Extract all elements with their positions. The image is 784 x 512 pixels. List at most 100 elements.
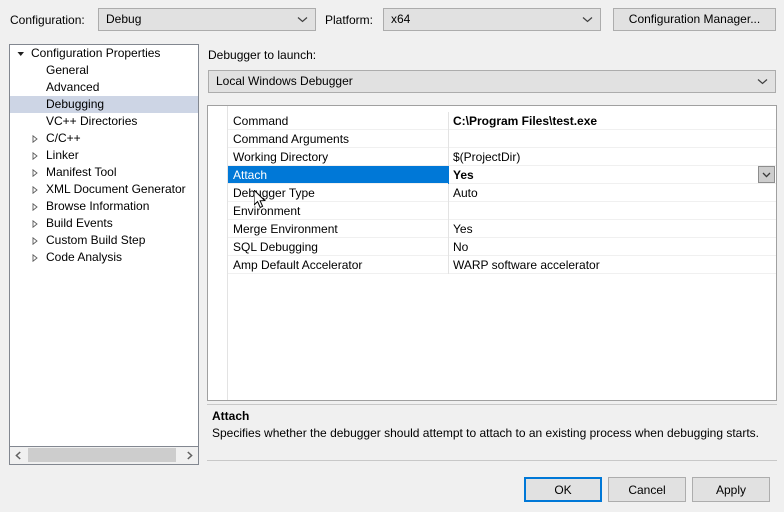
property-name: Command bbox=[233, 114, 289, 128]
configuration-properties-tree[interactable]: Configuration Properties General Advanced D… bbox=[9, 44, 199, 447]
sidebar-item-label: C/C++ bbox=[46, 131, 81, 145]
dialog-separator bbox=[207, 460, 777, 461]
sidebar-item-vc-directories[interactable]: VC++ Directories bbox=[10, 113, 198, 130]
description-title: Attach bbox=[212, 409, 250, 423]
property-name: Attach bbox=[233, 168, 268, 182]
apply-button[interactable]: Apply bbox=[692, 477, 770, 502]
property-row[interactable]: Command C:\Program Files\test.exe bbox=[208, 112, 776, 130]
tree-collapsed-icon bbox=[28, 249, 42, 266]
property-name: Debugger Type bbox=[233, 186, 315, 200]
configuration-dropdown-value: Debug bbox=[106, 12, 142, 26]
column-divider bbox=[448, 112, 449, 130]
sidebar-item-browse-information[interactable]: Browse Information bbox=[10, 198, 198, 215]
property-name: Amp Default Accelerator bbox=[233, 258, 363, 272]
tree-no-twisty bbox=[28, 79, 42, 96]
sidebar-item-advanced[interactable]: Advanced bbox=[10, 79, 198, 96]
property-row[interactable]: SQL Debugging No bbox=[208, 238, 776, 256]
property-value[interactable]: No bbox=[453, 238, 468, 256]
tree-horizontal-scrollbar[interactable] bbox=[9, 447, 199, 465]
column-divider bbox=[448, 220, 449, 238]
description-divider bbox=[207, 404, 777, 405]
property-row[interactable]: Amp Default Accelerator WARP software acc… bbox=[208, 256, 776, 274]
tree-collapsed-icon bbox=[28, 164, 42, 181]
sidebar-item-c-c[interactable]: C/C++ bbox=[10, 130, 198, 147]
sidebar-item-build-events[interactable]: Build Events bbox=[10, 215, 198, 232]
scroll-right-icon[interactable] bbox=[181, 447, 198, 463]
property-grid[interactable]: Command C:\Program Files\test.exe Command … bbox=[207, 105, 777, 401]
sidebar-item-label: Linker bbox=[46, 148, 79, 162]
debugger-to-launch-value: Local Windows Debugger bbox=[216, 74, 353, 88]
chevron-down-icon bbox=[755, 71, 769, 92]
scroll-thumb[interactable] bbox=[28, 448, 176, 462]
platform-label: Platform: bbox=[325, 13, 374, 27]
sidebar-item-label: Manifest Tool bbox=[46, 165, 117, 179]
property-row[interactable]: Working Directory $(ProjectDir) bbox=[208, 148, 776, 166]
property-value[interactable]: Yes bbox=[453, 166, 474, 184]
configuration-label: Configuration: bbox=[10, 13, 85, 27]
column-divider bbox=[448, 148, 449, 166]
tree-collapsed-icon bbox=[28, 232, 42, 249]
column-divider bbox=[448, 130, 449, 148]
tree-no-twisty bbox=[28, 62, 42, 79]
sidebar-item-label: VC++ Directories bbox=[46, 114, 138, 128]
configuration-manager-button[interactable]: Configuration Manager... bbox=[613, 8, 776, 31]
sidebar-item-code-analysis[interactable]: Code Analysis bbox=[10, 249, 198, 266]
platform-dropdown[interactable]: x64 bbox=[383, 8, 601, 31]
tree-collapsed-icon bbox=[28, 198, 42, 215]
tree-no-twisty bbox=[28, 113, 42, 130]
sidebar-item-manifest-tool[interactable]: Manifest Tool bbox=[10, 164, 198, 181]
property-name: Working Directory bbox=[233, 150, 329, 164]
ok-button[interactable]: OK bbox=[524, 477, 602, 502]
chevron-down-icon bbox=[580, 9, 594, 30]
column-divider bbox=[448, 238, 449, 256]
property-name: Merge Environment bbox=[233, 222, 338, 236]
tree-collapsed-icon bbox=[28, 147, 42, 164]
configuration-dropdown[interactable]: Debug bbox=[98, 8, 316, 31]
sidebar-item-label: Build Events bbox=[46, 216, 113, 230]
debugger-to-launch-label: Debugger to launch: bbox=[208, 48, 317, 62]
property-description-panel: Attach Specifies whether the debugger sh… bbox=[207, 404, 777, 452]
sidebar-item-label: XML Document Generator bbox=[46, 182, 186, 196]
platform-dropdown-value: x64 bbox=[391, 12, 411, 26]
sidebar-item-label: Custom Build Step bbox=[46, 233, 146, 247]
property-name: Command Arguments bbox=[233, 132, 350, 146]
column-divider bbox=[448, 202, 449, 220]
sidebar-item-xml-document-generator[interactable]: XML Document Generator bbox=[10, 181, 198, 198]
sidebar-item-linker[interactable]: Linker bbox=[10, 147, 198, 164]
tree-collapsed-icon bbox=[28, 215, 42, 232]
sidebar-item-label: Advanced bbox=[46, 80, 100, 94]
column-divider bbox=[448, 256, 449, 274]
property-value[interactable]: $(ProjectDir) bbox=[453, 148, 520, 166]
property-row[interactable]: Debugger Type Auto bbox=[208, 184, 776, 202]
property-value[interactable]: C:\Program Files\test.exe bbox=[453, 112, 597, 130]
sidebar-item-general[interactable]: General bbox=[10, 62, 198, 79]
sidebar-item-label: General bbox=[46, 63, 89, 77]
property-value[interactable]: Auto bbox=[453, 184, 478, 202]
sidebar-item-configuration-properties[interactable]: Configuration Properties bbox=[10, 45, 198, 62]
sidebar-item-custom-build-step[interactable]: Custom Build Step bbox=[10, 232, 198, 249]
tree-collapsed-icon bbox=[28, 181, 42, 198]
property-value[interactable]: Yes bbox=[453, 220, 473, 238]
property-row[interactable]: Merge Environment Yes bbox=[208, 220, 776, 238]
tree-expanded-icon bbox=[14, 45, 28, 62]
chevron-down-icon bbox=[295, 9, 309, 30]
sidebar-item-label: Debugging bbox=[46, 97, 105, 111]
tree-no-twisty bbox=[28, 96, 42, 113]
property-dropdown-button[interactable] bbox=[758, 166, 775, 183]
property-row[interactable]: Command Arguments bbox=[208, 130, 776, 148]
column-divider bbox=[448, 184, 449, 202]
tree-collapsed-icon bbox=[28, 130, 42, 147]
sidebar-item-label: Browse Information bbox=[46, 199, 150, 213]
property-value[interactable]: WARP software accelerator bbox=[453, 256, 600, 274]
scroll-left-icon[interactable] bbox=[10, 447, 27, 463]
property-grid-rows: Command C:\Program Files\test.exe Command … bbox=[208, 112, 776, 274]
cancel-button[interactable]: Cancel bbox=[608, 477, 686, 502]
property-row[interactable]: Attach Yes bbox=[208, 166, 776, 184]
column-divider bbox=[448, 166, 449, 184]
property-name: Environment bbox=[233, 204, 301, 218]
property-row[interactable]: Environment bbox=[208, 202, 776, 220]
sidebar-item-debugging[interactable]: Debugging bbox=[10, 96, 198, 113]
debugger-to-launch-dropdown[interactable]: Local Windows Debugger bbox=[208, 70, 776, 93]
sidebar-item-label: Configuration Properties bbox=[31, 46, 161, 60]
sidebar-item-label: Code Analysis bbox=[46, 250, 123, 264]
